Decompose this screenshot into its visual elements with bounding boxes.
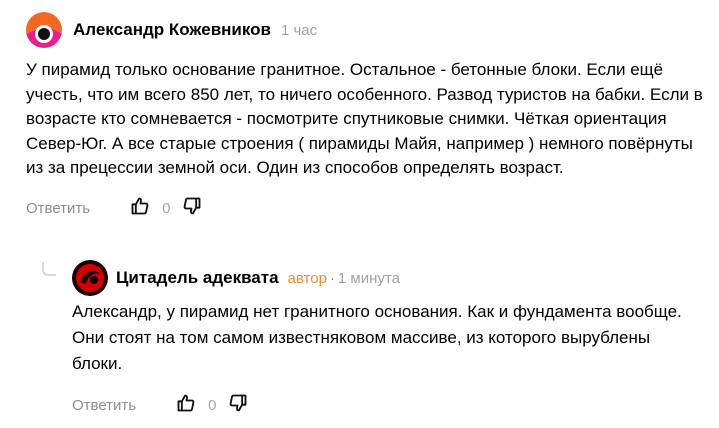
like-count: 0 [162,200,171,218]
avatar[interactable] [72,260,108,296]
author-badge: автор [287,269,327,287]
comment-text: Александр, у пирамид нет гранитного осно… [72,302,682,373]
thumbs-down-icon [228,393,248,418]
reply-thread-icon [42,262,56,276]
comment-header: Александр Кожевников 1 час [26,10,706,50]
comment-1: Александр Кожевников 1 час У пирамид тол… [26,10,706,224]
comment-time: 1 час [280,21,318,39]
like-button[interactable] [176,393,196,418]
reply-button[interactable]: Ответить [26,200,90,217]
comment-2: Цитадель адеквата автор · 1 минута Алекс… [72,258,702,420]
separator: · [329,269,335,287]
comment-time: 1 минута [337,269,400,287]
dislike-button[interactable] [228,393,248,418]
thumbs-up-icon [176,393,196,418]
comment-actions: Ответить 0 [26,194,706,224]
thumbs-down-icon [182,196,202,221]
comment-header: Цитадель адеквата автор · 1 минута [72,258,702,298]
reply-button[interactable]: Ответить [72,397,136,414]
author-name[interactable]: Александр Кожевников [73,20,271,40]
like-button[interactable] [130,196,150,221]
comment-text: У пирамид только основание гранитное. Ос… [26,60,703,178]
author-name[interactable]: Цитадель адеквата [116,268,279,288]
thumbs-up-icon [130,196,150,221]
dislike-button[interactable] [182,196,202,221]
comment-actions: Ответить 0 [72,390,702,420]
avatar[interactable] [26,12,62,48]
like-count: 0 [208,396,217,414]
